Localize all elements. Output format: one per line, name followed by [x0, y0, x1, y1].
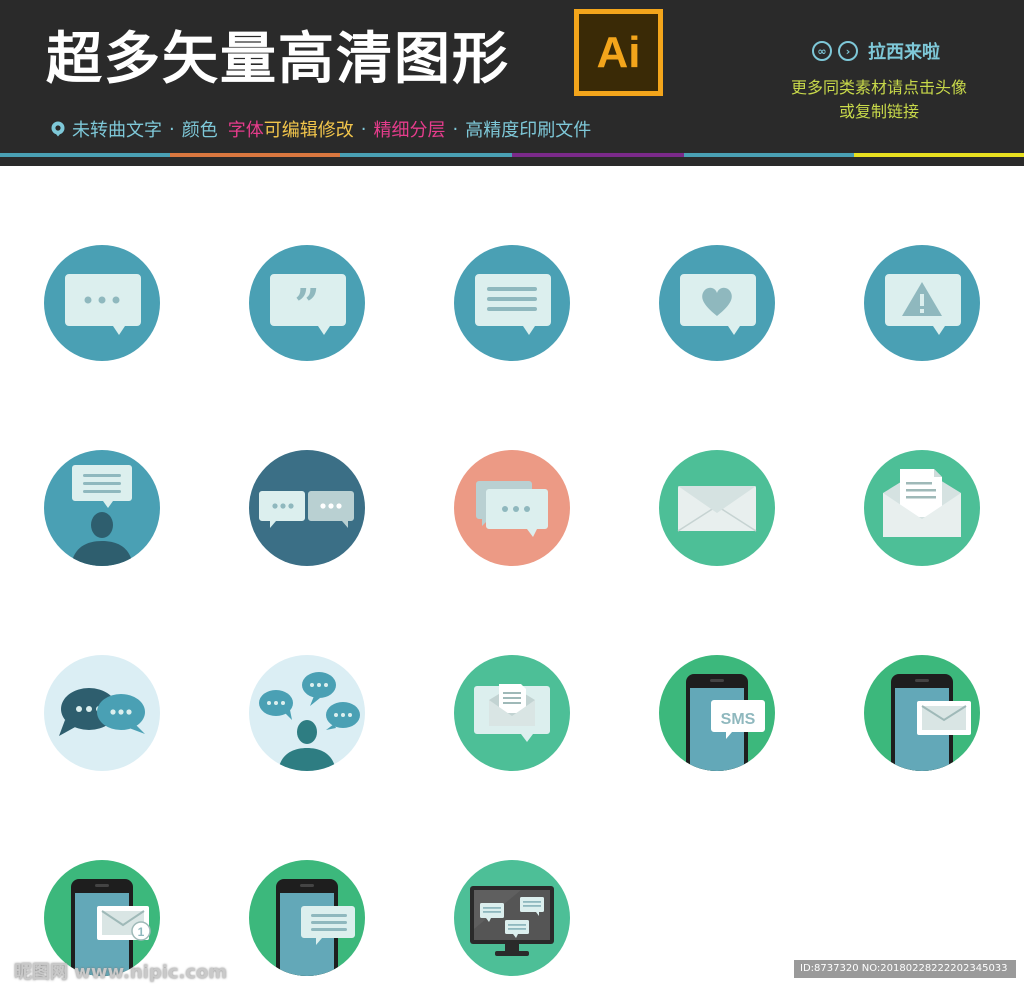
sms-label: SMS — [721, 711, 756, 728]
feature-layers: 精细分层 — [373, 120, 446, 141]
chat-clouds-icon — [43, 654, 161, 772]
color-stripe — [340, 153, 512, 157]
watermark-id: ID:8737320 NO:20180228222202345033 — [794, 960, 1016, 978]
phone-message-icon — [248, 859, 366, 977]
more-line-1: 更多同类素材请点击头像 — [790, 78, 967, 97]
bubble-envelope-icon — [453, 654, 571, 772]
two-chat-bubbles-icon — [248, 449, 366, 567]
link-icon: ∞ — [812, 41, 832, 61]
feature-text: 未转曲文字 — [72, 120, 162, 141]
watermark-strip — [690, 982, 1020, 989]
page-title: 超多矢量高清图形 — [46, 27, 510, 92]
person-speech-bubble-icon — [43, 449, 161, 567]
svg-text:”: ” — [294, 280, 319, 331]
separator: · — [452, 118, 459, 140]
feature-print: 高精度印刷文件 — [465, 120, 592, 141]
chat-bubble-lines-icon — [453, 244, 571, 362]
author-name: 拉西来啦 — [868, 42, 940, 63]
header-banner: 超多矢量高清图形 Ai 未转曲文字 · 颜色 字体 可编辑修改 · 精细分层 ·… — [0, 0, 1024, 166]
person-many-bubbles-icon — [248, 654, 366, 772]
more-materials-note: 更多同类素材请点击头像 或复制链接 — [770, 76, 988, 124]
phone-sms-icon: SMS — [658, 654, 776, 772]
chat-bubble-heart-icon — [658, 244, 776, 362]
phone-envelope-icon — [863, 654, 981, 772]
color-stripe — [512, 153, 684, 157]
author-link[interactable]: ∞ › 拉西来啦 — [812, 38, 940, 64]
more-line-2: 或复制链接 — [838, 102, 919, 121]
badge-count: 1 — [138, 925, 145, 939]
envelope-closed-icon — [658, 449, 776, 567]
feature-font: 字体 — [227, 120, 264, 141]
illustrator-logo: Ai — [574, 9, 663, 96]
separator: · — [169, 118, 175, 140]
arrow-right-icon: › — [838, 41, 858, 61]
logo-text: Ai — [596, 27, 641, 77]
color-stripe — [684, 153, 854, 157]
color-stripe — [854, 153, 1024, 157]
monitor-chat-icon — [453, 859, 571, 977]
chat-bubble-warning-icon — [863, 244, 981, 362]
color-stripe — [0, 153, 170, 157]
feature-editable: 可编辑修改 — [263, 120, 354, 141]
feature-color: 颜色 — [181, 120, 218, 141]
chat-bubble-dots-icon — [43, 244, 161, 362]
overlapping-chat-bubbles-icon — [453, 449, 571, 567]
watermark-site: 昵图网 www.nipic.com — [14, 962, 228, 983]
chat-bubble-quote-icon: ” — [248, 244, 366, 362]
separator: · — [360, 118, 367, 140]
envelope-open-letter-icon — [863, 449, 981, 567]
location-pin-icon — [51, 121, 65, 137]
color-stripe — [170, 153, 340, 157]
feature-list: 未转曲文字 · 颜色 字体 可编辑修改 · 精细分层 · 高精度印刷文件 — [50, 116, 591, 142]
